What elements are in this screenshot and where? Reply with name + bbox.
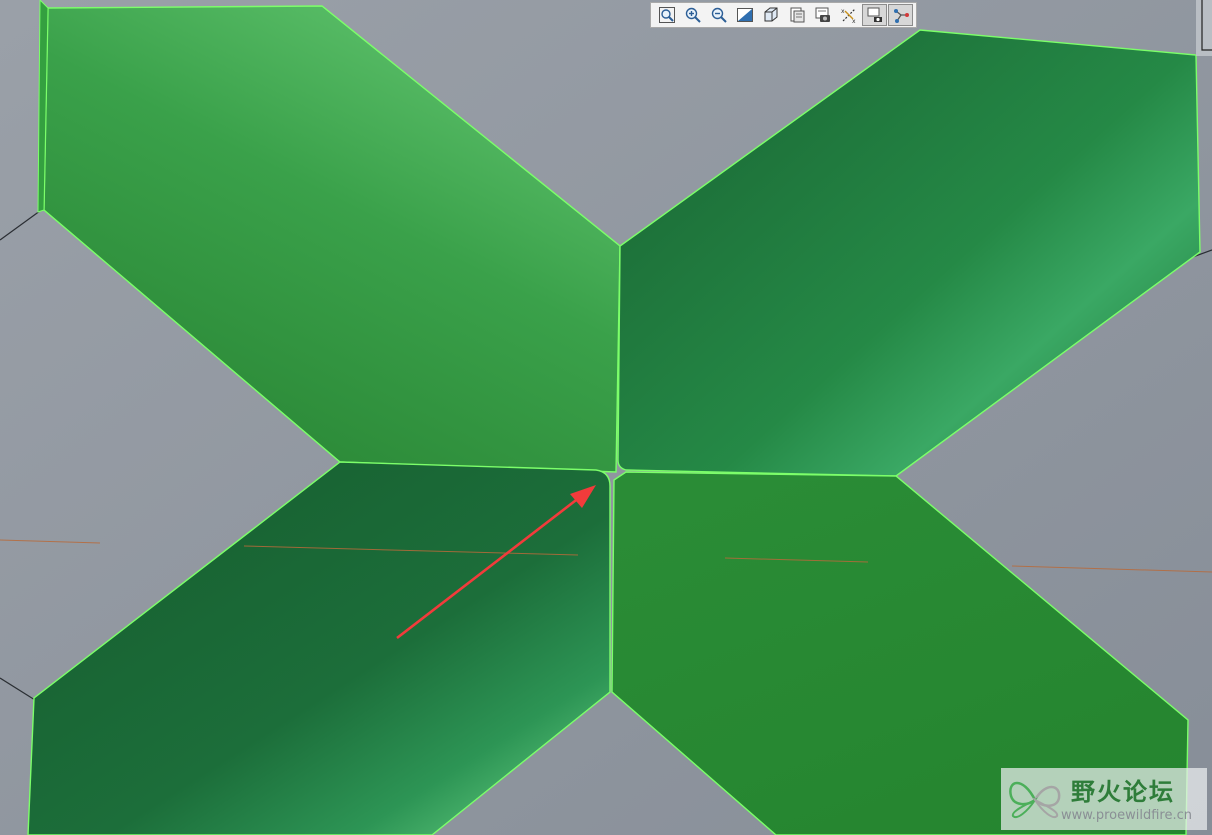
- zoom-in-icon: [685, 7, 701, 23]
- refit-button[interactable]: [654, 4, 679, 26]
- saved-views-button[interactable]: [784, 4, 809, 26]
- orient-view-icon: [764, 7, 777, 22]
- display-style-icon: [867, 7, 882, 22]
- model-graphics: [0, 0, 1212, 835]
- saved-views-icon: [790, 7, 804, 23]
- zoom-out-button[interactable]: [706, 4, 731, 26]
- datum-display-button[interactable]: x x: [836, 4, 861, 26]
- model-viewport[interactable]: [0, 0, 1212, 835]
- forum-watermark: 野火论坛 www.proewildfire.cn: [1001, 768, 1207, 830]
- view-manager-button[interactable]: [810, 4, 835, 26]
- spin-center-icon: [893, 9, 909, 23]
- window-corner-edge: [1196, 0, 1212, 56]
- orient-view-button[interactable]: [758, 4, 783, 26]
- refit-icon: [658, 7, 675, 23]
- datum-display-icon: x x: [841, 8, 856, 24]
- repaint-icon: [736, 8, 753, 22]
- svg-text:x: x: [852, 18, 856, 24]
- watermark-title: 野火论坛: [1071, 778, 1175, 806]
- butterfly-logo-icon: [1009, 781, 1061, 818]
- zoom-in-button[interactable]: [680, 4, 705, 26]
- zoom-out-icon: [711, 7, 727, 23]
- view-manager-icon: [815, 7, 830, 22]
- display-style-button[interactable]: [862, 4, 887, 26]
- repaint-button[interactable]: [732, 4, 757, 26]
- svg-text:x: x: [841, 8, 845, 15]
- watermark-url: www.proewildfire.cn: [1061, 808, 1192, 823]
- spin-center-button[interactable]: [888, 4, 913, 26]
- view-toolbar: x x: [650, 2, 917, 28]
